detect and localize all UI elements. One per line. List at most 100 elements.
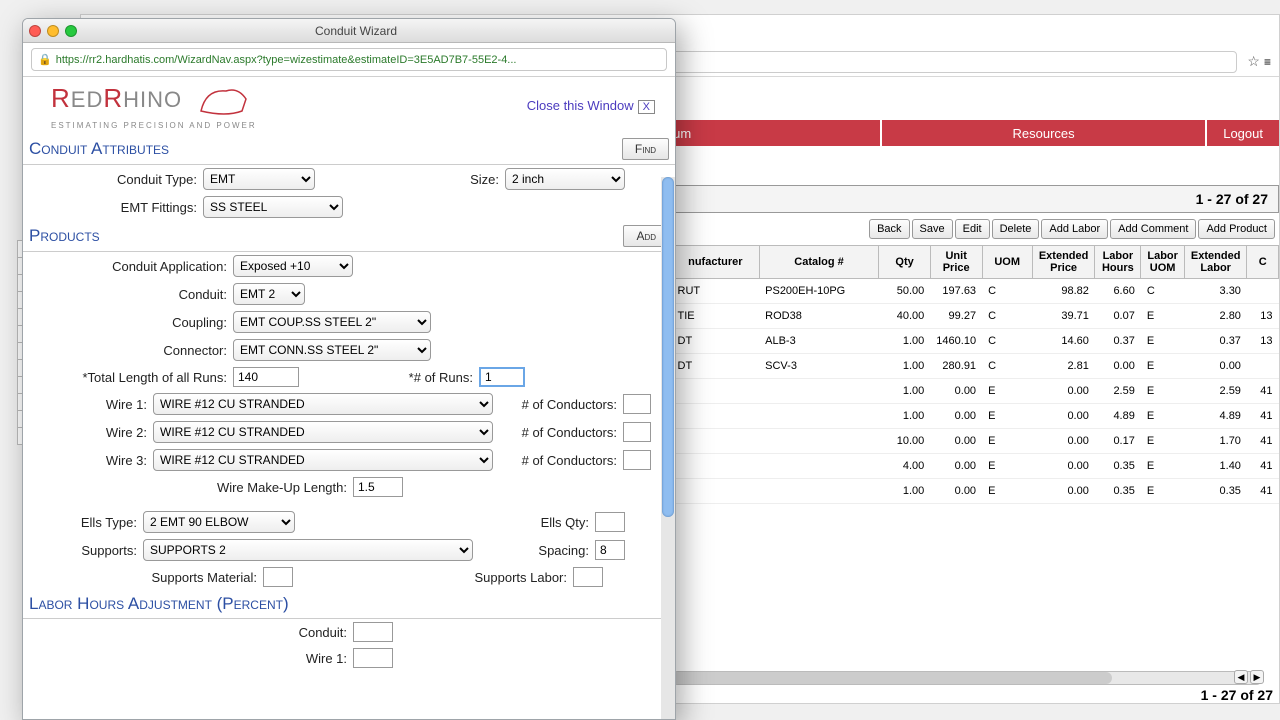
col-labor-uom[interactable]: Labor UOM (1141, 246, 1185, 279)
wire2-select[interactable]: WIRE #12 CU STRANDED (153, 421, 493, 443)
col-manufacturer[interactable]: nufacturer (672, 246, 760, 279)
lock-icon: 🔒 (38, 53, 52, 66)
delete-button[interactable]: Delete (992, 219, 1040, 239)
wire3-conductors-input[interactable] (623, 450, 651, 470)
col-qty[interactable]: Qty (879, 246, 930, 279)
table-row[interactable]: 10.000.00E0.000.17E1.7041 (672, 429, 1279, 454)
emt-fittings-label: EMT Fittings: (33, 200, 203, 215)
labor-adjustment-header: Labor Hours Adjustment (Percent) (23, 590, 675, 619)
rhino-icon (196, 81, 250, 121)
conduit-select[interactable]: EMT 2 (233, 283, 305, 305)
ells-type-label: Ells Type: (33, 515, 143, 530)
row-count-top: 1 - 27 of 27 (1196, 191, 1268, 207)
table-row[interactable]: 1.000.00E0.000.35E0.3541 (672, 479, 1279, 504)
menu-icon[interactable]: ≡ (1264, 55, 1271, 69)
row-count-bottom: 1 - 27 of 27 (1201, 687, 1273, 703)
add-product-button[interactable]: Add Product (1198, 219, 1275, 239)
col-labor-hours[interactable]: Labor Hours (1095, 246, 1141, 279)
scrollbar-thumb[interactable] (672, 672, 1112, 684)
wire3-conductors-label: # of Conductors: (493, 453, 623, 468)
bookmark-star-icon[interactable]: ☆ (1247, 53, 1260, 70)
col-ext-price[interactable]: Extended Price (1032, 246, 1095, 279)
supports-material-input[interactable] (263, 567, 293, 587)
supports-labor-input[interactable] (573, 567, 603, 587)
close-window-link[interactable]: Close this Window X (527, 98, 655, 113)
ells-qty-label: Ells Qty: (295, 515, 595, 530)
spacing-input[interactable] (595, 540, 625, 560)
coupling-select[interactable]: EMT COUP.SS STEEL 2" (233, 311, 431, 333)
col-uom[interactable]: UOM (982, 246, 1032, 279)
edit-button[interactable]: Edit (955, 219, 990, 239)
table-row[interactable]: TIEROD3840.0099.27C39.710.07E2.8013 (672, 304, 1279, 329)
wire1-select[interactable]: WIRE #12 CU STRANDED (153, 393, 493, 415)
horizontal-scrollbar[interactable]: ◀ ▶ (671, 671, 1263, 685)
labor-wire1-label: Wire 1: (33, 651, 353, 666)
wire3-label: Wire 3: (33, 453, 153, 468)
num-runs-input[interactable] (479, 367, 525, 387)
close-window-label: Close this Window (527, 98, 634, 113)
num-runs-label: *# of Runs: (299, 370, 479, 385)
back-button[interactable]: Back (869, 219, 909, 239)
dialog-titlebar[interactable]: Conduit Wizard (23, 19, 675, 43)
save-button[interactable]: Save (912, 219, 953, 239)
ells-type-select[interactable]: 2 EMT 90 ELBOW (143, 511, 295, 533)
conduit-application-select[interactable]: Exposed +10 (233, 255, 353, 277)
menu-resources[interactable]: Resources (880, 120, 1205, 146)
menu-logout[interactable]: Logout (1205, 120, 1279, 146)
products-header: Products Add (23, 221, 675, 252)
labor-conduit-label: Conduit: (33, 625, 353, 640)
coupling-label: Coupling: (33, 315, 233, 330)
table-row[interactable]: 1.000.00E0.004.89E4.8941 (672, 404, 1279, 429)
wire1-label: Wire 1: (33, 397, 153, 412)
table-row[interactable]: RUTPS200EH-10PG50.00197.63C98.826.60C3.3… (672, 279, 1279, 304)
col-catalog[interactable]: Catalog # (759, 246, 879, 279)
table-row[interactable]: 1.000.00E0.002.59E2.5941 (672, 379, 1279, 404)
supports-select[interactable]: SUPPORTS 2 (143, 539, 473, 561)
connector-select[interactable]: EMT CONN.SS STEEL 2" (233, 339, 431, 361)
ells-qty-input[interactable] (595, 512, 625, 532)
labor-wire1-input[interactable] (353, 648, 393, 668)
labor-conduit-input[interactable] (353, 622, 393, 642)
conduit-wizard-dialog: Conduit Wizard 🔒 https://rr2.hardhatis.c… (22, 18, 676, 720)
scroll-left-icon[interactable]: ◀ (1234, 670, 1248, 684)
find-button[interactable]: Find (622, 138, 669, 160)
wire1-conductors-label: # of Conductors: (493, 397, 623, 412)
labor-adjustment-label: Labor Hours Adjustment (Percent) (29, 594, 289, 614)
col-c[interactable]: C (1247, 246, 1279, 279)
connector-label: Connector: (33, 343, 233, 358)
dialog-vertical-scrollbar[interactable] (661, 177, 675, 719)
brand-tagline: ESTIMATING PRECISION AND POWER (51, 121, 257, 130)
table-row[interactable]: 4.000.00E0.000.35E1.4041 (672, 454, 1279, 479)
dialog-url-field[interactable]: 🔒 https://rr2.hardhatis.com/WizardNav.as… (31, 48, 667, 71)
table-row[interactable]: DTSCV-31.00280.91C2.810.00E0.00 (672, 354, 1279, 379)
makeup-length-label: Wire Make-Up Length: (33, 480, 353, 495)
conduit-type-select[interactable]: EMT (203, 168, 315, 190)
table-row[interactable]: DTALB-31.001460.10C14.600.37E0.3713 (672, 329, 1279, 354)
dialog-scrollbar-thumb[interactable] (662, 177, 674, 517)
total-length-input[interactable] (233, 367, 299, 387)
close-x-icon[interactable]: X (638, 100, 655, 114)
supports-label: Supports: (33, 543, 143, 558)
makeup-length-input[interactable] (353, 477, 403, 497)
wire3-select[interactable]: WIRE #12 CU STRANDED (153, 449, 493, 471)
conduit-attributes-label: Conduit Attributes (29, 139, 169, 159)
brand-header: REDRHINO ESTIMATING PRECISION AND POWER … (23, 77, 675, 134)
col-unit-price[interactable]: Unit Price (930, 246, 982, 279)
conduit-application-label: Conduit Application: (33, 259, 233, 274)
total-length-label: *Total Length of all Runs: (33, 370, 233, 385)
size-select[interactable]: 2 inch (505, 168, 625, 190)
emt-fittings-select[interactable]: SS STEEL (203, 196, 343, 218)
add-comment-button[interactable]: Add Comment (1110, 219, 1196, 239)
dialog-title: Conduit Wizard (37, 24, 675, 38)
conduit-type-label: Conduit Type: (33, 172, 203, 187)
scroll-right-icon[interactable]: ▶ (1250, 670, 1264, 684)
spacing-label: Spacing: (473, 543, 595, 558)
wire2-conductors-input[interactable] (623, 422, 651, 442)
col-ext-labor[interactable]: Extended Labor (1184, 246, 1247, 279)
add-labor-button[interactable]: Add Labor (1041, 219, 1108, 239)
size-label: Size: (315, 172, 505, 187)
conduit-label: Conduit: (33, 287, 233, 302)
wire1-conductors-input[interactable] (623, 394, 651, 414)
wire2-label: Wire 2: (33, 425, 153, 440)
products-table: nufacturer Catalog # Qty Unit Price UOM … (671, 245, 1279, 504)
